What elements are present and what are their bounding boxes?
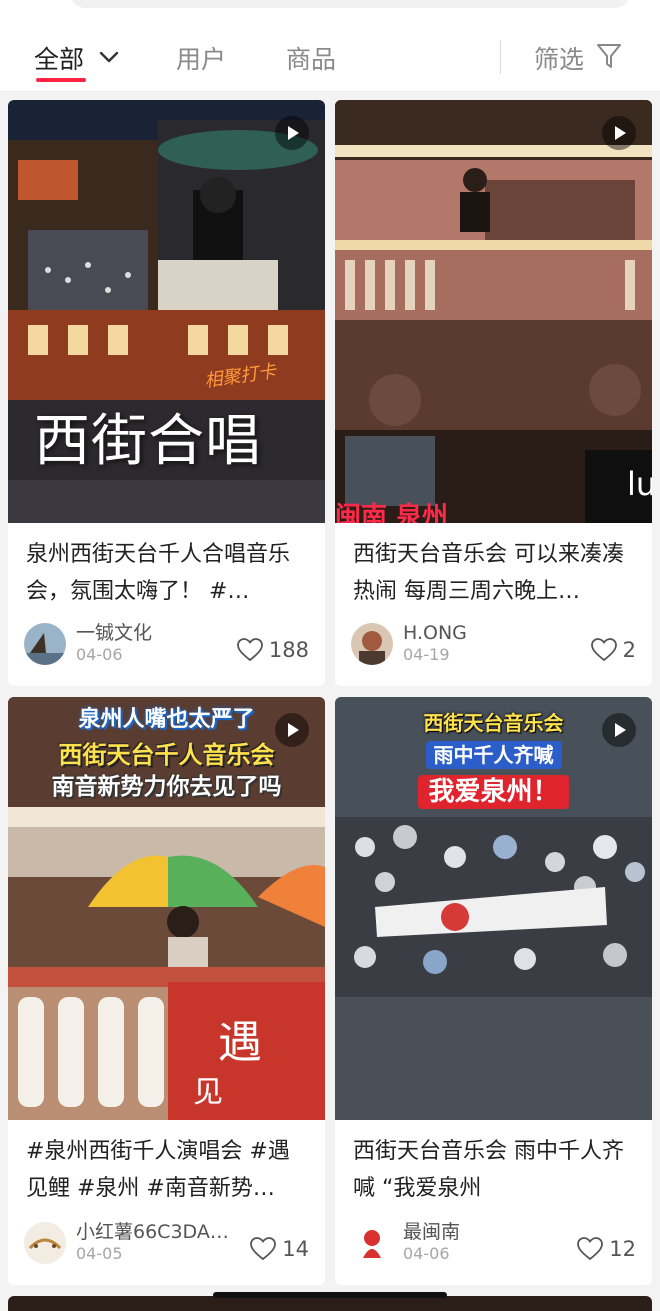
play-icon	[602, 713, 636, 747]
card-thumbnail[interactable]: 遇 见 泉州人嘴也太严了 西街天台千人音乐会 南音新势力你去见了吗	[8, 697, 325, 1120]
avatar[interactable]	[351, 623, 393, 665]
filter-button-label[interactable]: 筛选	[534, 40, 584, 76]
feed-card[interactable]: 遇 见 泉州人嘴也太严了 西街天台千人音乐会 南音新势力你去见了吗 #泉州西街千…	[8, 697, 325, 1285]
overlay-line-3: 南音新势力你去见了吗	[51, 774, 282, 800]
search-bar-area	[0, 0, 660, 28]
next-row-cards	[8, 1296, 652, 1311]
author-name: 最闽南	[403, 1221, 461, 1243]
card-author[interactable]: H.ONG 04-19	[351, 622, 467, 666]
card-author[interactable]: 最闽南 04-06	[351, 1221, 460, 1265]
card-title[interactable]: 泉州西街天台千人合唱音乐会，氛围太嗨了！ #…	[26, 536, 311, 610]
post-date: 04-19	[403, 645, 450, 664]
play-icon	[275, 116, 309, 150]
svg-text:见: 见	[193, 1075, 223, 1110]
chevron-down-icon[interactable]	[98, 46, 120, 68]
card-title[interactable]: 西街天台音乐会 可以来凑凑热闹 每周三周六晚上…	[353, 536, 638, 610]
search-input[interactable]	[70, 0, 630, 8]
overlay-title-text: 西街合唱	[34, 409, 262, 474]
likes-count: 14	[282, 1237, 309, 1261]
post-date: 04-06	[403, 1244, 450, 1263]
overlay-sign-text: 闽南 泉州	[335, 502, 449, 523]
filter-bar: 全部 用户 商品 筛选	[0, 28, 660, 92]
play-icon	[275, 713, 309, 747]
card-author[interactable]: 小红薯66C3DA… 04-05	[24, 1221, 229, 1265]
card-author[interactable]: 一铖文化 04-06	[24, 622, 152, 666]
tab-all[interactable]: 全部	[34, 40, 84, 76]
like-button[interactable]: 2	[590, 638, 636, 662]
feed-card[interactable]: lu 闽南 泉州 西街天台音乐会 可以来凑凑热闹 每周三周六晚上… H.ONG …	[335, 100, 652, 686]
avatar[interactable]	[24, 1222, 66, 1264]
heart-icon	[577, 1237, 604, 1261]
post-date: 04-06	[76, 645, 123, 664]
author-name: 一铖文化	[76, 622, 153, 644]
likes-count: 12	[609, 1237, 636, 1261]
heart-icon	[590, 638, 617, 662]
likes-count: 188	[268, 638, 309, 662]
feed-card[interactable]: 相聚打卡 西街合唱 泉州西街天台千人合唱音乐会，氛围太嗨了！ #… 一铖文化 0…	[8, 100, 325, 686]
avatar[interactable]	[24, 623, 66, 665]
overlay-line-2: 雨中千人齐喊	[335, 739, 652, 769]
active-tab-indicator	[36, 78, 86, 82]
likes-count: 2	[622, 638, 636, 662]
author-name: H.ONG	[403, 622, 467, 644]
card-thumbnail[interactable]: 相聚打卡 西街合唱	[8, 100, 325, 523]
play-icon	[602, 116, 636, 150]
tab-users[interactable]: 用户	[176, 40, 226, 76]
divider	[500, 40, 501, 74]
home-indicator[interactable]	[213, 1292, 447, 1298]
card-thumbnail[interactable]: lu 闽南 泉州	[335, 100, 652, 523]
like-button[interactable]: 14	[250, 1237, 309, 1261]
tab-goods[interactable]: 商品	[286, 40, 336, 76]
post-date: 04-05	[76, 1244, 123, 1263]
card-title[interactable]: 西街天台音乐会 雨中千人齐喊 “我爱泉州	[353, 1133, 638, 1207]
card-title[interactable]: #泉州西街千人演唱会 #遇见鲤 #泉州 #南音新势…	[26, 1133, 311, 1207]
avatar[interactable]	[351, 1222, 393, 1264]
like-button[interactable]: 12	[577, 1237, 636, 1261]
svg-text:lu: lu	[627, 465, 652, 503]
feed-card[interactable]: 西街天台音乐会 雨中千人齐喊 我爱泉州！ 西街天台音乐会 雨中千人齐喊 “我爱泉…	[335, 697, 652, 1285]
svg-text:遇: 遇	[218, 1017, 262, 1068]
author-name: 小红薯66C3DA…	[76, 1221, 229, 1243]
heart-icon	[250, 1237, 277, 1261]
heart-icon	[237, 638, 263, 662]
card-thumbnail[interactable]: 西街天台音乐会 雨中千人齐喊 我爱泉州！	[335, 697, 652, 1120]
overlay-line-3: 我爱泉州！	[335, 771, 652, 809]
thumbnail-image: lu	[335, 100, 652, 523]
overlay-line-2: 西街天台千人音乐会	[58, 741, 275, 769]
filter-funnel-icon[interactable]	[596, 42, 622, 70]
like-button[interactable]: 188	[237, 638, 309, 662]
